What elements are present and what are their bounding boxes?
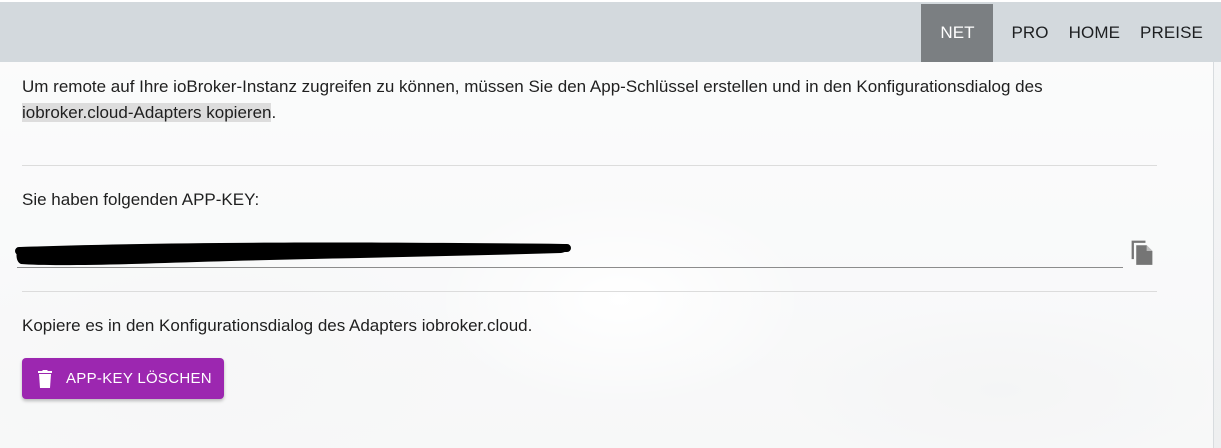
- copy-icon: [1131, 240, 1153, 265]
- redaction-mark: [15, 242, 571, 266]
- nav-item-home[interactable]: HOME: [1059, 4, 1130, 62]
- copy-button[interactable]: [1128, 236, 1156, 266]
- main-nav: NET PRO HOME PREISE: [921, 4, 1213, 62]
- delete-app-key-button[interactable]: APP-KEY LÖSCHEN: [22, 358, 224, 399]
- divider-bottom: [22, 291, 1157, 292]
- intro-text: Um remote auf Ihre ioBroker-Instanz zugr…: [22, 74, 1142, 126]
- top-navigation-bar: NET PRO HOME PREISE: [0, 0, 1221, 62]
- nav-item-net[interactable]: NET: [921, 4, 994, 62]
- nav-item-preise[interactable]: PREISE: [1130, 4, 1213, 62]
- trash-icon: [38, 369, 52, 388]
- intro-text-end: .: [271, 103, 277, 122]
- app-key-label: Sie haben folgenden APP-KEY:: [22, 190, 260, 209]
- delete-button-label: APP-KEY LÖSCHEN: [66, 370, 212, 387]
- nav-item-pro[interactable]: PRO: [1001, 4, 1058, 62]
- intro-text-highlight: iobroker.cloud-Adapters kopieren: [22, 103, 272, 122]
- hint-text: Kopiere es in den Konfigurationsdialog d…: [22, 316, 533, 335]
- intro-text-main: Um remote auf Ihre ioBroker-Instanz zugr…: [22, 77, 1043, 96]
- divider-top: [22, 165, 1157, 166]
